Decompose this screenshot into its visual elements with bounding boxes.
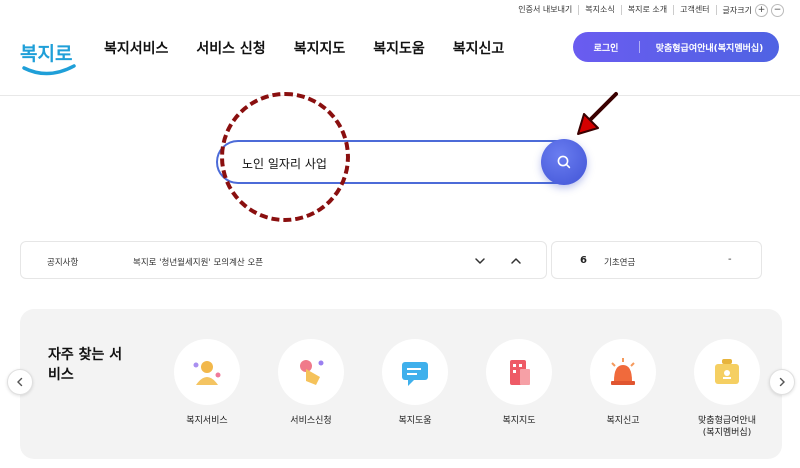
login-button[interactable]: 로그인 [573,41,639,54]
font-size-control: 글자크기 + − [717,3,784,17]
hand-click-icon [278,339,344,405]
service-label: 맞춤형급여안내 (복지멤버십) [698,416,756,438]
service-map[interactable]: 복지지도 [474,339,564,427]
service-help[interactable]: 복지도움 [370,339,460,427]
services-title: 자주 찾는 서비스 [48,347,123,383]
chat-icon [382,339,448,405]
search-icon [557,155,571,169]
welfare-news-link[interactable]: 복지소식 [579,5,622,15]
nav-welfare-help[interactable]: 복지도움 [373,38,425,58]
cert-export-link[interactable]: 인증서 내보내기 [512,5,580,15]
notice-label: 공지사항 [47,258,79,268]
membership-button[interactable]: 맞춤형급여안내(복지멤버십) [640,41,779,54]
about-link[interactable]: 복지로 소개 [622,5,675,15]
nav-welfare-map[interactable]: 복지지도 [294,38,346,58]
person-icon [174,339,240,405]
main-nav: 복지서비스 서비스 신청 복지지도 복지도움 복지신고 [104,38,504,58]
search-input[interactable]: 노인 일자리 사업 [216,140,584,184]
svg-text:복지로: 복지로 [20,43,72,65]
popular-keyword-bar[interactable]: 6 기초연금 - [551,241,762,279]
service-welfare[interactable]: 복지서비스 [162,339,252,427]
header-action-pill: 로그인 맞춤형급여안내(복지멤버십) [573,32,779,62]
service-membership[interactable]: 맞춤형급여안내 (복지멤버십) [682,339,772,439]
service-label: 복지서비스 [186,416,228,426]
service-label: 서비스신청 [290,416,332,426]
nav-welfare-service[interactable]: 복지서비스 [104,38,168,58]
building-icon [486,339,552,405]
carousel-prev-button[interactable] [7,369,33,395]
siren-icon [590,339,656,405]
font-size-label: 글자크기 [722,5,752,15]
service-apply[interactable]: 서비스신청 [266,339,356,427]
font-decrease-button[interactable]: − [771,3,784,17]
service-label: 복지도움 [398,416,432,426]
search-query: 노인 일자리 사업 [242,157,327,171]
rank-keyword: 기초연금 [604,258,636,268]
briefcase-icon [694,339,760,405]
notice-text[interactable]: 복지로 '청년월세지원' 모의계산 오픈 [133,256,263,268]
chevron-left-icon [17,377,23,387]
service-label: 복지지도 [502,416,536,426]
customer-center-link[interactable]: 고객센터 [674,5,717,15]
chevron-down-icon[interactable] [473,254,487,268]
notice-bar: 공지사항 복지로 '청년월세지원' 모의계산 오픈 [20,241,547,279]
rank-number: 6 [580,255,587,266]
service-report[interactable]: 복지신고 [578,339,668,427]
carousel-next-button[interactable] [769,369,795,395]
search-button[interactable] [541,139,587,185]
rank-change: - [728,254,732,265]
nav-welfare-report[interactable]: 복지신고 [453,38,505,58]
site-header: 복지로 복지서비스 서비스 신청 복지지도 복지도움 복지신고 로그인 맞춤형급… [0,18,800,96]
service-label: 복지신고 [606,416,640,426]
utility-bar: 인증서 내보내기 복지소식 복지로 소개 고객센터 글자크기 + − [512,3,784,17]
chevron-up-icon[interactable] [509,254,523,268]
nav-service-apply[interactable]: 서비스 신청 [196,38,265,58]
font-increase-button[interactable]: + [755,3,768,17]
frequent-services-panel: 자주 찾는 서비스 복지서비스 서비스신청 복지도움 복지지도 복지신고 맞춤형… [20,309,782,459]
chevron-right-icon [779,377,785,387]
bokjiro-logo[interactable]: 복지로 [18,30,78,80]
